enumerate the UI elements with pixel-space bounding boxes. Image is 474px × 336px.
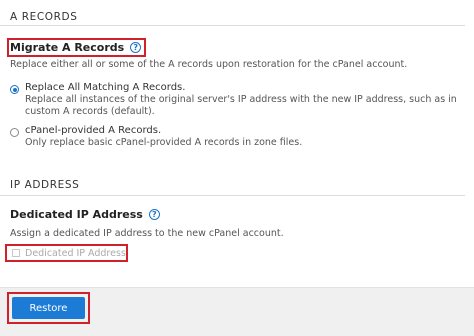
- dedicated-ip-label: Dedicated IP Address: [10, 208, 143, 221]
- question-circle-icon[interactable]: ?: [130, 42, 142, 53]
- radio-help-replace-all: Replace all instances of the original se…: [25, 94, 457, 117]
- radio-help-cpanel-provided: Only replace basic cPanel-provided A rec…: [25, 137, 303, 148]
- section-header-ip-address: IP ADDRESS: [0, 174, 465, 196]
- dedicated-ip-title: Dedicated IP Address ?: [10, 208, 160, 221]
- question-circle-icon[interactable]: ?: [148, 209, 160, 220]
- migrate-a-records-description: Replace either all or some of the A reco…: [10, 59, 408, 70]
- dedicated-ip-checkbox-label[interactable]: Dedicated IP Address: [25, 248, 126, 259]
- section-title-a-records: A RECORDS: [10, 11, 78, 23]
- radio-replace-all-a-records[interactable]: Replace All Matching A Records. Replace …: [10, 82, 465, 118]
- migrate-a-records-label: Migrate A Records: [10, 41, 125, 54]
- section-header-a-records: A RECORDS: [0, 0, 465, 26]
- radio-button-replace-all[interactable]: [10, 85, 19, 94]
- radio-cpanel-provided-a-records[interactable]: cPanel-provided A Records. Only replace …: [10, 125, 465, 149]
- dedicated-ip-description: Assign a dedicated IP address to the new…: [10, 228, 284, 239]
- radio-label-cpanel-provided[interactable]: cPanel-provided A Records.: [25, 125, 465, 136]
- section-title-ip-address: IP ADDRESS: [10, 179, 80, 191]
- dedicated-ip-checkbox[interactable]: [12, 249, 20, 257]
- radio-button-cpanel-provided[interactable]: [10, 128, 19, 137]
- migrate-a-records-title: Migrate A Records ?: [7, 38, 147, 57]
- dedicated-ip-checkbox-row[interactable]: Dedicated IP Address: [5, 244, 128, 262]
- restore-button-highlight: Restore: [7, 292, 90, 324]
- restore-button[interactable]: Restore: [12, 297, 85, 319]
- radio-label-replace-all[interactable]: Replace All Matching A Records.: [25, 82, 465, 93]
